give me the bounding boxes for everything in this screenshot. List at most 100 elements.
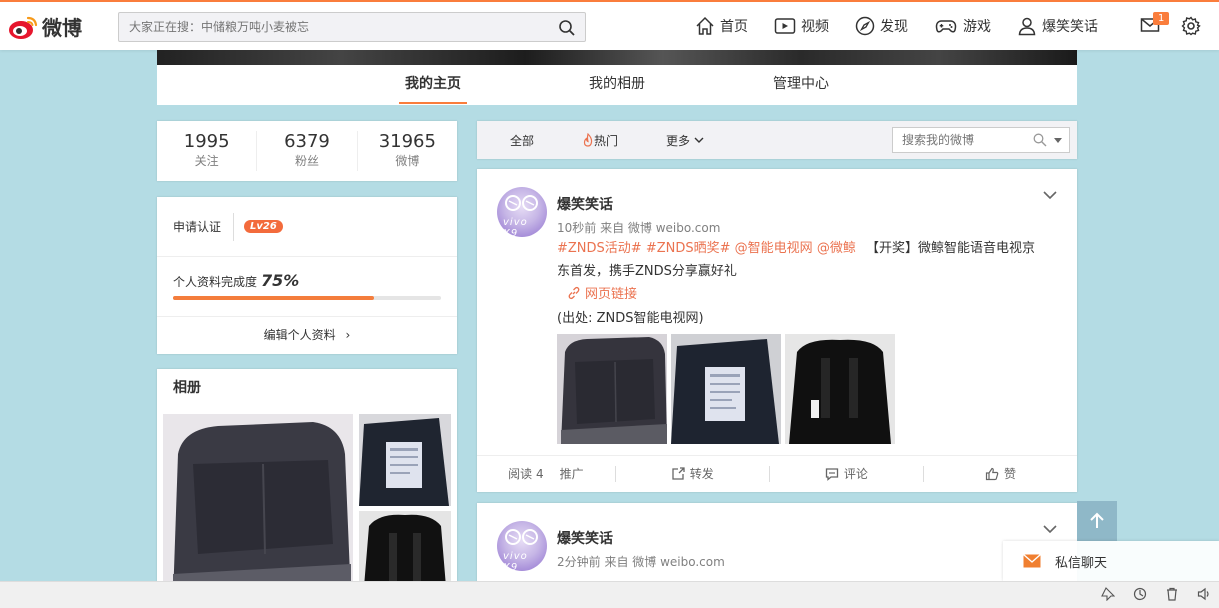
private-chat-bar[interactable]: 私信聊天 — [1003, 541, 1219, 581]
comment-button[interactable]: 评论 — [770, 466, 924, 482]
video-icon — [774, 18, 796, 34]
web-link[interactable]: 网页链接 — [567, 283, 637, 302]
stat-following[interactable]: 1995 关注 — [157, 131, 258, 171]
search-icon[interactable] — [1033, 133, 1047, 147]
filter-hot-label: 热门 — [594, 133, 619, 148]
post-menu-button[interactable] — [1043, 189, 1057, 203]
chevron-down-icon — [1043, 191, 1057, 200]
home-icon — [696, 16, 714, 35]
nav-home[interactable]: 首页 — [695, 16, 748, 36]
profile-completion: 个人资料完成度 75% — [157, 257, 457, 317]
back-to-top-button[interactable] — [1077, 501, 1117, 541]
speaker-icon[interactable] — [1197, 587, 1211, 604]
nav-games[interactable]: 游戏 — [934, 16, 991, 36]
post-image-3[interactable] — [785, 334, 895, 444]
repost-button[interactable]: 转发 — [616, 466, 770, 482]
post-body-first-line: 【开奖】微鲸智能语音电视京 — [865, 241, 1035, 256]
flame-icon — [583, 133, 593, 147]
tab-management[interactable]: 管理中心 — [709, 65, 893, 105]
filter-more[interactable]: 更多 — [666, 132, 704, 149]
web-link-label: 网页链接 — [585, 287, 638, 302]
chevron-right-icon: › — [345, 328, 351, 342]
level-badge[interactable]: Lv26 — [244, 220, 283, 233]
nav-video[interactable]: 视频 — [774, 16, 829, 36]
filter-more-label: 更多 — [666, 133, 691, 148]
feed-search-input[interactable] — [893, 128, 1023, 152]
tab-my-home-label: 我的主页 — [399, 66, 467, 104]
post-meta: 10秒前 来自 微博 weibo.com — [557, 221, 721, 235]
hashtag-link[interactable]: #ZNDS晒奖# — [646, 241, 731, 256]
like-button[interactable]: 赞 — [924, 466, 1077, 482]
comment-label: 评论 — [843, 467, 868, 481]
settings-button[interactable] — [1181, 16, 1201, 39]
post-image-2[interactable] — [671, 334, 781, 444]
nav-games-label: 游戏 — [963, 19, 991, 35]
tab-my-home[interactable]: 我的主页 — [341, 65, 525, 105]
stat-weibo[interactable]: 31965 微博 — [358, 131, 457, 171]
fans-label: 粉丝 — [294, 154, 319, 168]
link-icon — [568, 286, 580, 299]
thumbs-up-icon — [985, 467, 999, 481]
avatar[interactable]: vivo X9 — [497, 187, 547, 237]
album-title: 相册 — [173, 380, 201, 396]
promote-button[interactable]: 推广 — [560, 466, 584, 482]
post-menu-button[interactable] — [1043, 523, 1057, 537]
private-chat-label: 私信聊天 — [1055, 555, 1108, 571]
nav-home-label: 首页 — [720, 19, 748, 35]
mention-link[interactable]: @智能电视网 — [735, 241, 813, 256]
hashtag-link[interactable]: #ZNDS活动# — [557, 241, 642, 256]
nav-discover[interactable]: 发现 — [855, 16, 908, 36]
post-author[interactable]: 爆笑笑话 — [557, 528, 613, 548]
search-icon[interactable] — [558, 19, 576, 40]
profile-card: 申请认证 Lv26 个人资料完成度 75% 编辑个人资料 › — [157, 197, 457, 354]
refresh-icon[interactable] — [1133, 587, 1147, 604]
filter-hot[interactable]: 热门 — [582, 132, 618, 149]
post-source: (出处: ZNDS智能电视网) — [557, 311, 704, 326]
post-author[interactable]: 爆笑笑话 — [557, 194, 613, 214]
apply-verify-link[interactable]: 申请认证 — [173, 212, 235, 241]
post-text: #ZNDS活动# #ZNDS晒奖# @智能电视网 @微鲸 【开奖】微鲸智能语音电… — [557, 237, 1062, 283]
completion-bar — [173, 296, 441, 300]
edit-profile-button[interactable]: 编辑个人资料 › — [157, 317, 457, 353]
completion-label: 个人资料完成度 — [173, 275, 258, 289]
fans-count: 6379 — [284, 131, 330, 152]
gamepad-icon — [935, 20, 957, 33]
weibo-logo[interactable]: 微博 — [8, 12, 82, 41]
search-box — [118, 12, 586, 42]
stat-fans[interactable]: 6379 粉丝 — [257, 131, 358, 171]
filter-all[interactable]: 全部 — [510, 132, 534, 149]
feed-search-box — [892, 127, 1070, 153]
nav-user-label: 爆笑笑话 — [1042, 19, 1098, 35]
nav-user-profile[interactable]: 爆笑笑话 — [1017, 16, 1098, 36]
caret-down-icon[interactable] — [1053, 137, 1063, 145]
following-count: 1995 — [183, 131, 230, 152]
post-image-1[interactable] — [557, 334, 667, 444]
completion-percent: 75% — [261, 271, 300, 290]
album-photo-2[interactable] — [359, 414, 451, 506]
mention-link[interactable]: @微鲸 — [817, 241, 856, 256]
album-card: 相册 — [157, 369, 457, 599]
stats-card: 1995 关注 6379 粉丝 31965 微博 — [157, 121, 457, 181]
arrow-up-icon — [1090, 512, 1104, 528]
post-body-second-line: 东首发，携手ZNDS分享赢好礼 — [557, 264, 737, 279]
album-photo-large[interactable] — [163, 414, 353, 599]
avatar-text: vivo X9 — [503, 217, 528, 237]
profile-cover — [157, 50, 1077, 65]
top-nav-bar: 微博 首页 视频 发现 游戏 爆笑笑话 1 — [0, 0, 1219, 50]
tab-my-album-label: 我的相册 — [589, 76, 645, 92]
avatar[interactable]: vivo X9 — [497, 521, 547, 571]
read-count-label: 阅读 4 — [508, 467, 544, 481]
chevron-down-icon — [1043, 525, 1057, 534]
completion-bar-fill — [173, 296, 374, 300]
weibo-eye-icon — [9, 16, 38, 39]
read-count: 阅读 4 推广 — [477, 466, 616, 482]
feed-post: vivo X9 爆笑笑话 10秒前 来自 微博 weibo.com #ZNDS活… — [477, 169, 1077, 492]
following-label: 关注 — [194, 154, 219, 168]
chevron-down-icon — [694, 137, 704, 143]
pin-icon[interactable] — [1101, 587, 1116, 604]
messages-badge: 1 — [1153, 12, 1170, 25]
trash-icon[interactable] — [1165, 587, 1179, 604]
search-input[interactable] — [119, 13, 539, 41]
tab-my-album[interactable]: 我的相册 — [525, 65, 709, 105]
nav-video-label: 视频 — [801, 19, 829, 35]
